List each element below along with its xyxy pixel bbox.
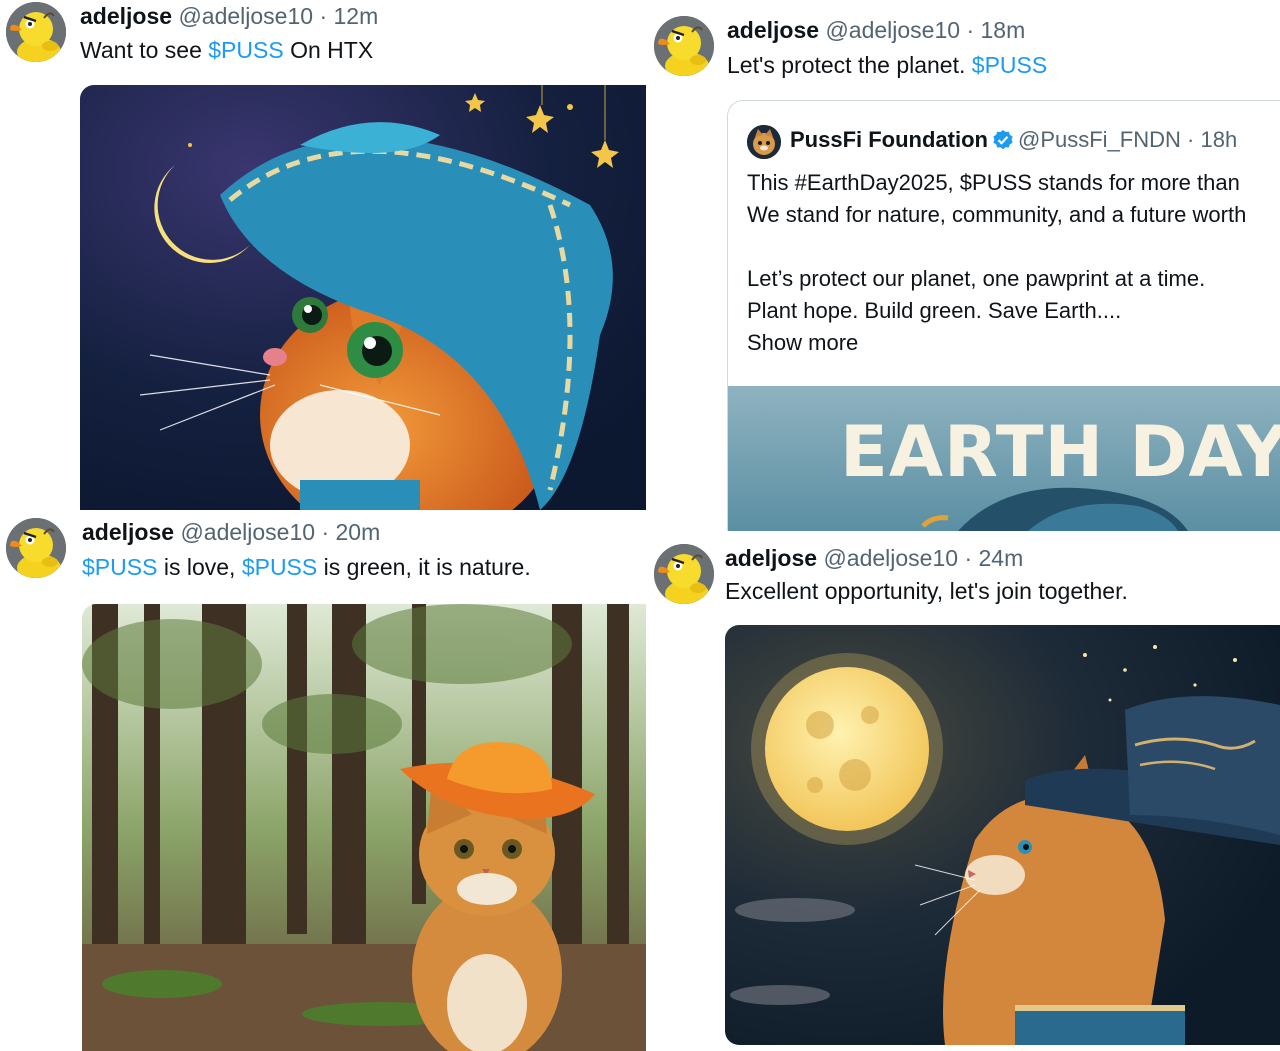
tweet-image[interactable] bbox=[80, 85, 646, 510]
separator-dot: · bbox=[1187, 127, 1195, 152]
cashtag-link[interactable]: $PUSS bbox=[242, 554, 317, 580]
quote-timestamp[interactable]: 18h bbox=[1200, 127, 1237, 152]
tweet-header: adeljose @adeljose10 · 12m bbox=[80, 2, 378, 30]
quote-author-name[interactable]: PussFi Foundation bbox=[790, 127, 988, 152]
tweet-text: Excellent opportunity, let's join togeth… bbox=[725, 578, 1128, 604]
separator-dot: · bbox=[321, 519, 330, 545]
tweet-text-part: is love, bbox=[157, 554, 242, 580]
author-handle[interactable]: @adeljose10 bbox=[180, 519, 315, 545]
yellow-duck-avatar-icon bbox=[654, 544, 714, 604]
author-handle[interactable]: @adeljose10 bbox=[825, 17, 960, 43]
tweet-image[interactable] bbox=[725, 625, 1280, 1045]
author-handle[interactable]: @adeljose10 bbox=[178, 3, 313, 29]
show-more-link[interactable]: Show more bbox=[747, 329, 858, 357]
cashtag-link[interactable]: $PUSS bbox=[82, 554, 157, 580]
tweet-text: Want to see $PUSS On HTX bbox=[80, 36, 373, 64]
quote-header: PussFi Foundation @PussFi_FNDN · 18h bbox=[790, 126, 1237, 154]
author-name[interactable]: adeljose bbox=[80, 3, 172, 29]
quote-image[interactable]: EARTH DAY 2 bbox=[728, 386, 1280, 531]
yellow-duck-avatar-icon bbox=[654, 16, 714, 76]
quote-text-line: Plant hope. Build green. Save Earth.... bbox=[747, 298, 1122, 323]
separator-dot: · bbox=[966, 17, 975, 43]
tweet-header: adeljose @adeljose10 · 24m bbox=[725, 544, 1023, 572]
tweet-text-part: is green, it is nature. bbox=[317, 554, 531, 580]
tweet-text: $PUSS is love, $PUSS is green, it is nat… bbox=[82, 553, 531, 581]
quote-text-line: Let’s protect our planet, one pawprint a… bbox=[747, 266, 1206, 291]
cashtag-link[interactable]: $PUSS bbox=[972, 52, 1047, 78]
tweet-text-part: On HTX bbox=[283, 37, 374, 63]
avatar[interactable] bbox=[654, 544, 714, 604]
avatar[interactable] bbox=[6, 2, 66, 62]
author-name[interactable]: adeljose bbox=[82, 519, 174, 545]
quote-text-line: We stand for nature, community, and a fu… bbox=[747, 202, 1247, 227]
banner-text: EARTH DAY 2 bbox=[840, 411, 1280, 493]
tweet-text-part: Want to see bbox=[80, 37, 209, 63]
verified-badge-icon bbox=[993, 130, 1013, 150]
quote-author-handle[interactable]: @PussFi_FNDN bbox=[1018, 127, 1181, 152]
author-handle[interactable]: @adeljose10 bbox=[823, 545, 958, 571]
pussfi-cat-avatar-icon bbox=[747, 125, 781, 159]
author-name[interactable]: adeljose bbox=[727, 17, 819, 43]
yellow-duck-avatar-icon bbox=[6, 518, 66, 578]
timestamp[interactable]: 12m bbox=[334, 3, 379, 29]
avatar[interactable] bbox=[6, 518, 66, 578]
separator-dot: · bbox=[964, 545, 973, 571]
tweet-text: Let's protect the planet. $PUSS bbox=[727, 51, 1047, 79]
author-name[interactable]: adeljose bbox=[725, 545, 817, 571]
timestamp[interactable]: 20m bbox=[336, 519, 381, 545]
cashtag-link[interactable]: $PUSS bbox=[208, 37, 283, 63]
tweet-text-part: Let's protect the planet. bbox=[727, 52, 972, 78]
tweet-header: adeljose @adeljose10 · 18m bbox=[727, 16, 1025, 44]
cat-moon-top-hat-image bbox=[725, 625, 1280, 1045]
yellow-duck-avatar-icon bbox=[6, 2, 66, 62]
quote-avatar[interactable] bbox=[747, 125, 781, 159]
timestamp[interactable]: 18m bbox=[981, 17, 1026, 43]
tweet-image[interactable] bbox=[82, 604, 646, 1051]
quoted-tweet[interactable]: PussFi Foundation @PussFi_FNDN · 18h This… bbox=[727, 100, 1280, 531]
cat-forest-hat-image bbox=[82, 604, 646, 1051]
avatar[interactable] bbox=[654, 16, 714, 76]
cat-sombrero-night-image bbox=[80, 85, 646, 510]
quote-text-line: This #EarthDay2025, $PUSS stands for mor… bbox=[747, 170, 1240, 195]
separator-dot: · bbox=[319, 3, 328, 29]
timestamp[interactable]: 24m bbox=[979, 545, 1024, 571]
tweet-header: adeljose @adeljose10 · 20m bbox=[82, 518, 380, 546]
